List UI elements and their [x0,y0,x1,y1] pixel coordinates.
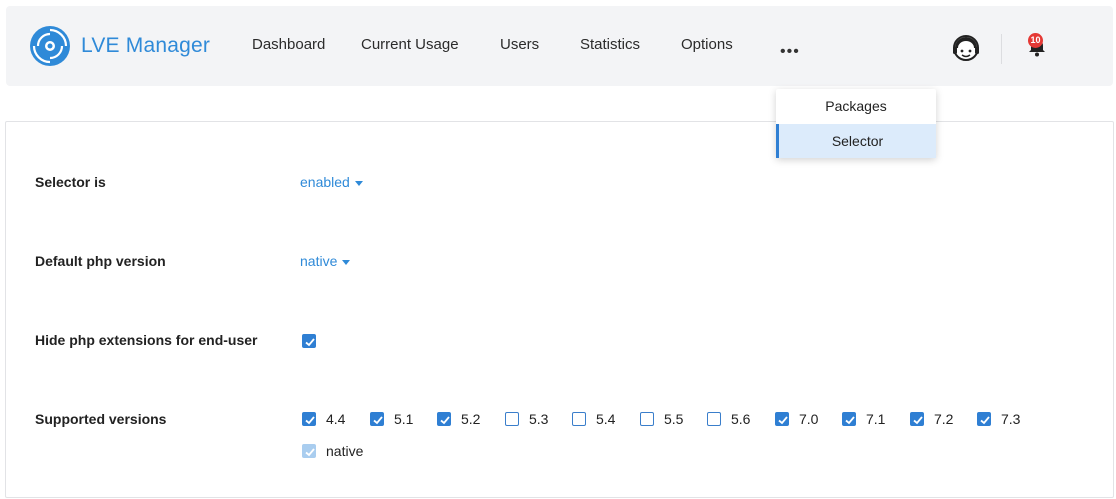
header-divider [1001,34,1002,64]
nav-users[interactable]: Users [500,36,539,53]
version-checkbox[interactable] [370,412,384,426]
native-version-label: native [326,443,364,459]
selector-status-value: enabled [300,174,350,190]
default-php-value: native [300,253,338,269]
hide-extensions-checkbox[interactable] [302,334,316,348]
version-checkbox[interactable] [707,412,721,426]
default-php-label: Default php version [35,253,166,269]
version-checkbox[interactable] [572,412,586,426]
native-version-checkbox [302,444,316,458]
nav-current-usage[interactable]: Current Usage [361,36,459,53]
notification-badge: 10 [1028,33,1043,48]
default-php-dropdown[interactable]: native [300,253,351,269]
more-dots-icon[interactable]: ••• [780,43,800,61]
hide-extensions-label: Hide php extensions for end-user [35,332,258,348]
version-label: 7.2 [934,411,954,427]
version-label: 7.1 [866,411,886,427]
nav-options[interactable]: Options [681,36,733,53]
menu-item-packages[interactable]: Packages [776,89,936,123]
support-agent-icon[interactable] [952,34,980,69]
top-navigation-bar: LVE Manager Dashboard Current Usage User… [6,6,1113,86]
version-checkbox[interactable] [842,412,856,426]
more-menu-dropdown: Packages Selector [776,89,936,158]
menu-item-selector[interactable]: Selector [776,124,936,158]
version-label: 5.5 [664,411,684,427]
version-checkbox[interactable] [640,412,654,426]
version-checkbox[interactable] [437,412,451,426]
selector-status-dropdown[interactable]: enabled [300,174,363,190]
nav-statistics[interactable]: Statistics [580,36,640,53]
caret-down-icon [354,180,363,186]
version-checkbox[interactable] [977,412,991,426]
version-label: 7.3 [1001,411,1021,427]
version-checkbox[interactable] [302,412,316,426]
version-label: 4.4 [326,411,346,427]
version-label: 5.6 [731,411,751,427]
app-name: LVE Manager [81,34,211,57]
logo[interactable]: LVE Manager [28,24,210,68]
version-checkbox[interactable] [505,412,519,426]
version-label: 5.2 [461,411,481,427]
version-label: 5.3 [529,411,549,427]
lve-logo-icon [30,26,70,66]
nav-dashboard[interactable]: Dashboard [252,36,325,53]
selector-settings-panel [5,121,1114,498]
selector-label: Selector is [35,174,106,190]
caret-down-icon [342,259,351,265]
version-label: 5.4 [596,411,616,427]
version-checkbox[interactable] [910,412,924,426]
version-label: 5.1 [394,411,414,427]
version-label: 7.0 [799,411,819,427]
supported-versions-label: Supported versions [35,411,167,427]
version-checkbox[interactable] [775,412,789,426]
